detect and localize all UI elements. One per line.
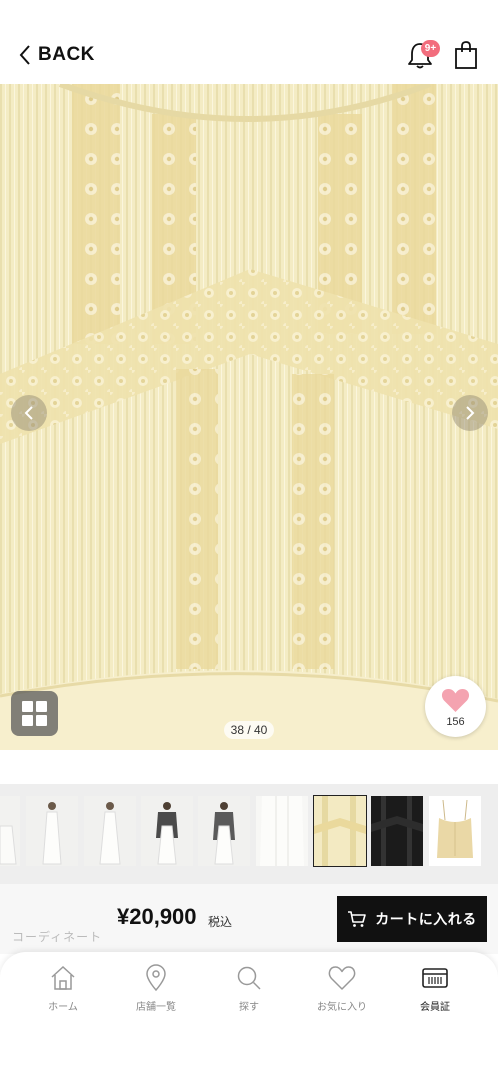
thumbnail-detail-cream-selected[interactable] [313,795,367,867]
grid-view-button[interactable] [11,691,58,736]
favorite-count: 156 [446,716,465,728]
nav-label-search: 探す [239,1002,259,1013]
member-card-icon [422,968,448,988]
product-image [0,84,498,750]
bottom-navigation: ホーム 店舗一覧 探す お気に入り 会員証 [0,952,498,1080]
nav-item-member-card[interactable]: 会員証 [395,964,475,1026]
home-icon [51,965,75,990]
shopping-bag-icon[interactable] [454,40,478,70]
next-image-button[interactable] [452,395,488,431]
thumbnail-strip[interactable] [0,784,498,884]
nav-item-favorites[interactable]: お気に入り [302,964,382,1026]
map-pin-icon [146,964,166,992]
chevron-right-icon [466,406,475,420]
nav-label-member-card: 会員証 [420,1002,450,1013]
nav-label-favorites: お気に入り [317,1002,367,1013]
price: ¥20,900 [117,904,197,929]
product-image-gallery[interactable]: 38 / 40 156 [0,84,498,750]
search-icon [237,966,261,990]
previous-image-button[interactable] [11,395,47,431]
back-label: BACK [38,44,95,65]
thumbnail-look-5[interactable] [198,796,250,866]
thumbnail-look-1[interactable] [0,796,20,866]
thumbnail-detail-white[interactable] [256,796,308,866]
nav-item-stores[interactable]: 店舗一覧 [116,964,196,1026]
purchase-bar: コーディネート ¥20,900 税込 カートに入れる [0,884,498,954]
header: BACK 9+ [0,0,498,84]
add-to-cart-button[interactable]: カートに入れる [337,896,487,942]
heart-icon [441,689,470,712]
grid-icon [22,701,33,712]
thumbnail-look-2[interactable] [26,796,78,866]
cart-icon [348,911,367,927]
tax-label: 税込 [208,915,233,929]
add-to-cart-label: カートに入れる [375,911,477,927]
thumbnail-look-3[interactable] [84,796,136,866]
thumbnail-detail-black[interactable] [371,796,423,866]
nav-item-home[interactable]: ホーム [23,964,103,1026]
notification-badge: 9+ [421,40,440,57]
nav-label-stores: 店舗一覧 [136,1002,176,1013]
thumbnail-look-4[interactable] [141,796,193,866]
chevron-left-icon [24,406,33,420]
back-button[interactable]: BACK [18,42,95,68]
image-counter: 38 / 40 [224,721,274,739]
coordinate-label[interactable]: コーディネート [12,928,102,945]
chevron-left-icon [19,45,30,65]
heart-icon [328,966,356,990]
nav-item-search[interactable]: 探す [209,964,289,1026]
nav-label-home: ホーム [48,1002,78,1013]
thumbnail-camisole[interactable] [429,796,481,866]
favorite-button[interactable]: 156 [425,676,486,737]
